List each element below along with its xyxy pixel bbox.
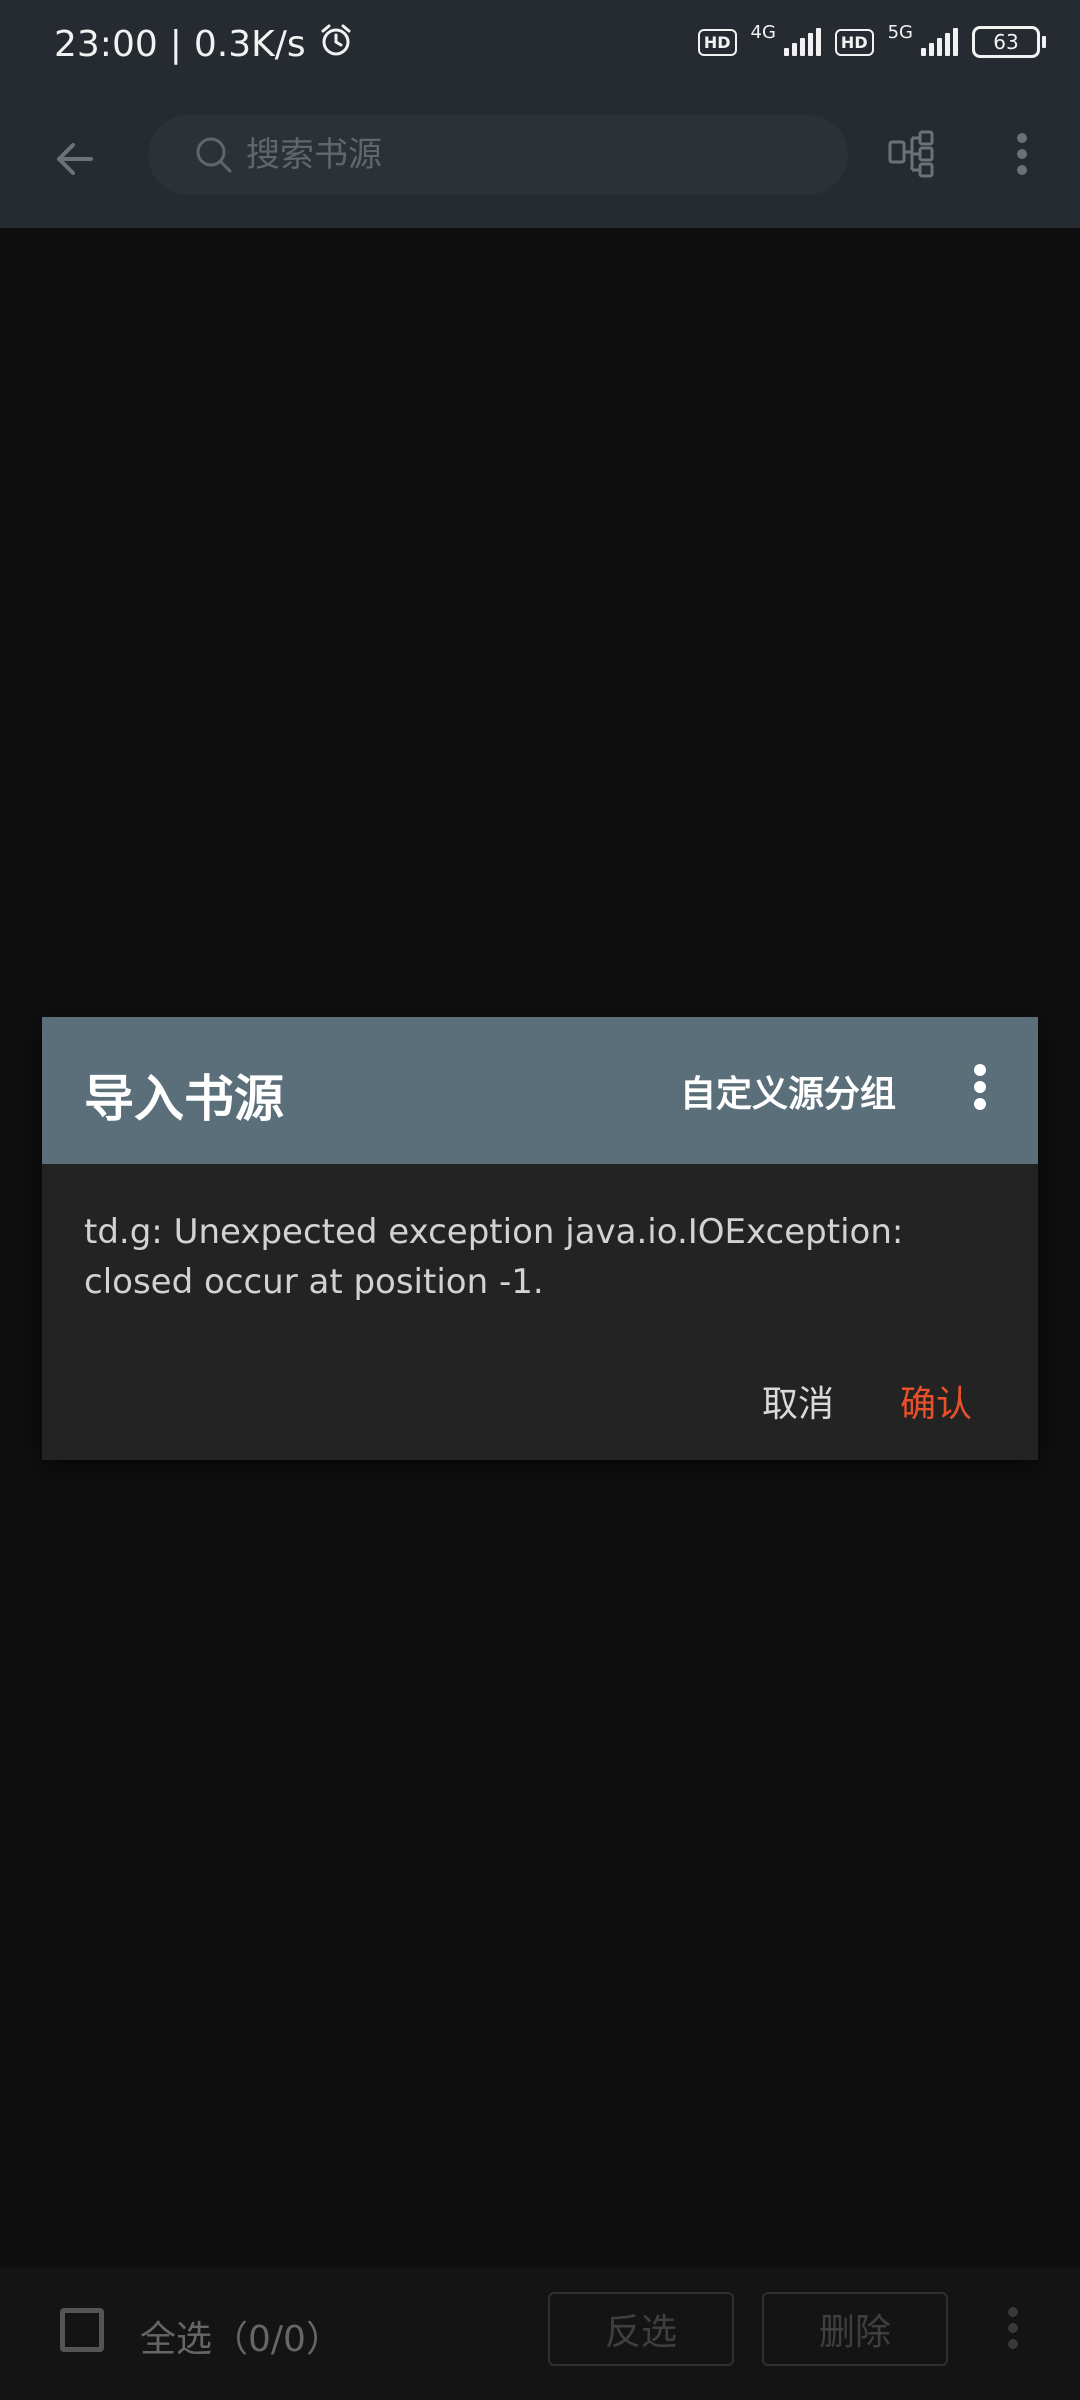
cancel-button[interactable]: 取消 xyxy=(762,1375,834,1427)
invert-selection-button[interactable]: 反选 xyxy=(548,2292,734,2366)
status-left: 23:00 | 0.3K/s xyxy=(54,22,354,67)
search-input[interactable] xyxy=(244,134,808,176)
status-right: HD 4G HD 5G 63 xyxy=(697,22,1046,58)
alarm-clock-icon xyxy=(318,22,354,67)
delete-button[interactable]: 删除 xyxy=(762,2292,948,2366)
status-separator: | xyxy=(169,24,182,65)
search-icon xyxy=(194,135,234,175)
back-button[interactable] xyxy=(40,126,110,196)
import-source-dialog: 导入书源 自定义源分组 td.g: Unexpected exception j… xyxy=(42,1017,1038,1460)
hd-badge-2: HD xyxy=(834,28,874,56)
more-vertical-icon xyxy=(973,1062,987,1116)
network-speed: 0.3K/s xyxy=(193,24,306,65)
select-all-checkbox[interactable] xyxy=(60,2308,104,2352)
app-toolbar xyxy=(0,100,1080,228)
group-button[interactable] xyxy=(880,124,944,188)
status-bar: 23:00 | 0.3K/s HD 4G HD 5G 63 xyxy=(0,0,1080,100)
search-box[interactable] xyxy=(148,115,848,195)
toolbar-more-button[interactable] xyxy=(1002,124,1042,188)
more-vertical-icon xyxy=(1007,2304,1019,2356)
bottom-more-button[interactable] xyxy=(998,2298,1028,2362)
group-icon xyxy=(886,128,938,184)
select-all-label[interactable]: 全选（0/0） xyxy=(140,2310,342,2362)
battery-icon: 63 xyxy=(972,26,1046,58)
network-type-1: 4G xyxy=(750,21,776,43)
dialog-message: td.g: Unexpected exception java.io.IOExc… xyxy=(84,1212,904,1302)
confirm-button[interactable]: 确认 xyxy=(900,1375,972,1427)
dialog-title: 导入书源 xyxy=(84,1070,284,1128)
custom-group-button[interactable]: 自定义源分组 xyxy=(680,1065,896,1117)
status-time: 23:00 xyxy=(54,24,158,65)
bottom-action-bar: 全选（0/0） 反选 删除 xyxy=(0,2268,1080,2400)
signal-strength-icon xyxy=(783,28,821,56)
signal-strength-icon xyxy=(921,28,958,56)
arrow-left-icon xyxy=(51,135,99,187)
network-type-2: 5G xyxy=(887,21,913,43)
more-vertical-icon xyxy=(1016,130,1028,182)
battery-level: 63 xyxy=(993,30,1019,54)
hd-badge-1: HD xyxy=(697,28,737,56)
dialog-more-button[interactable] xyxy=(960,1057,1000,1121)
dialog-header: 导入书源 自定义源分组 xyxy=(42,1017,1038,1164)
